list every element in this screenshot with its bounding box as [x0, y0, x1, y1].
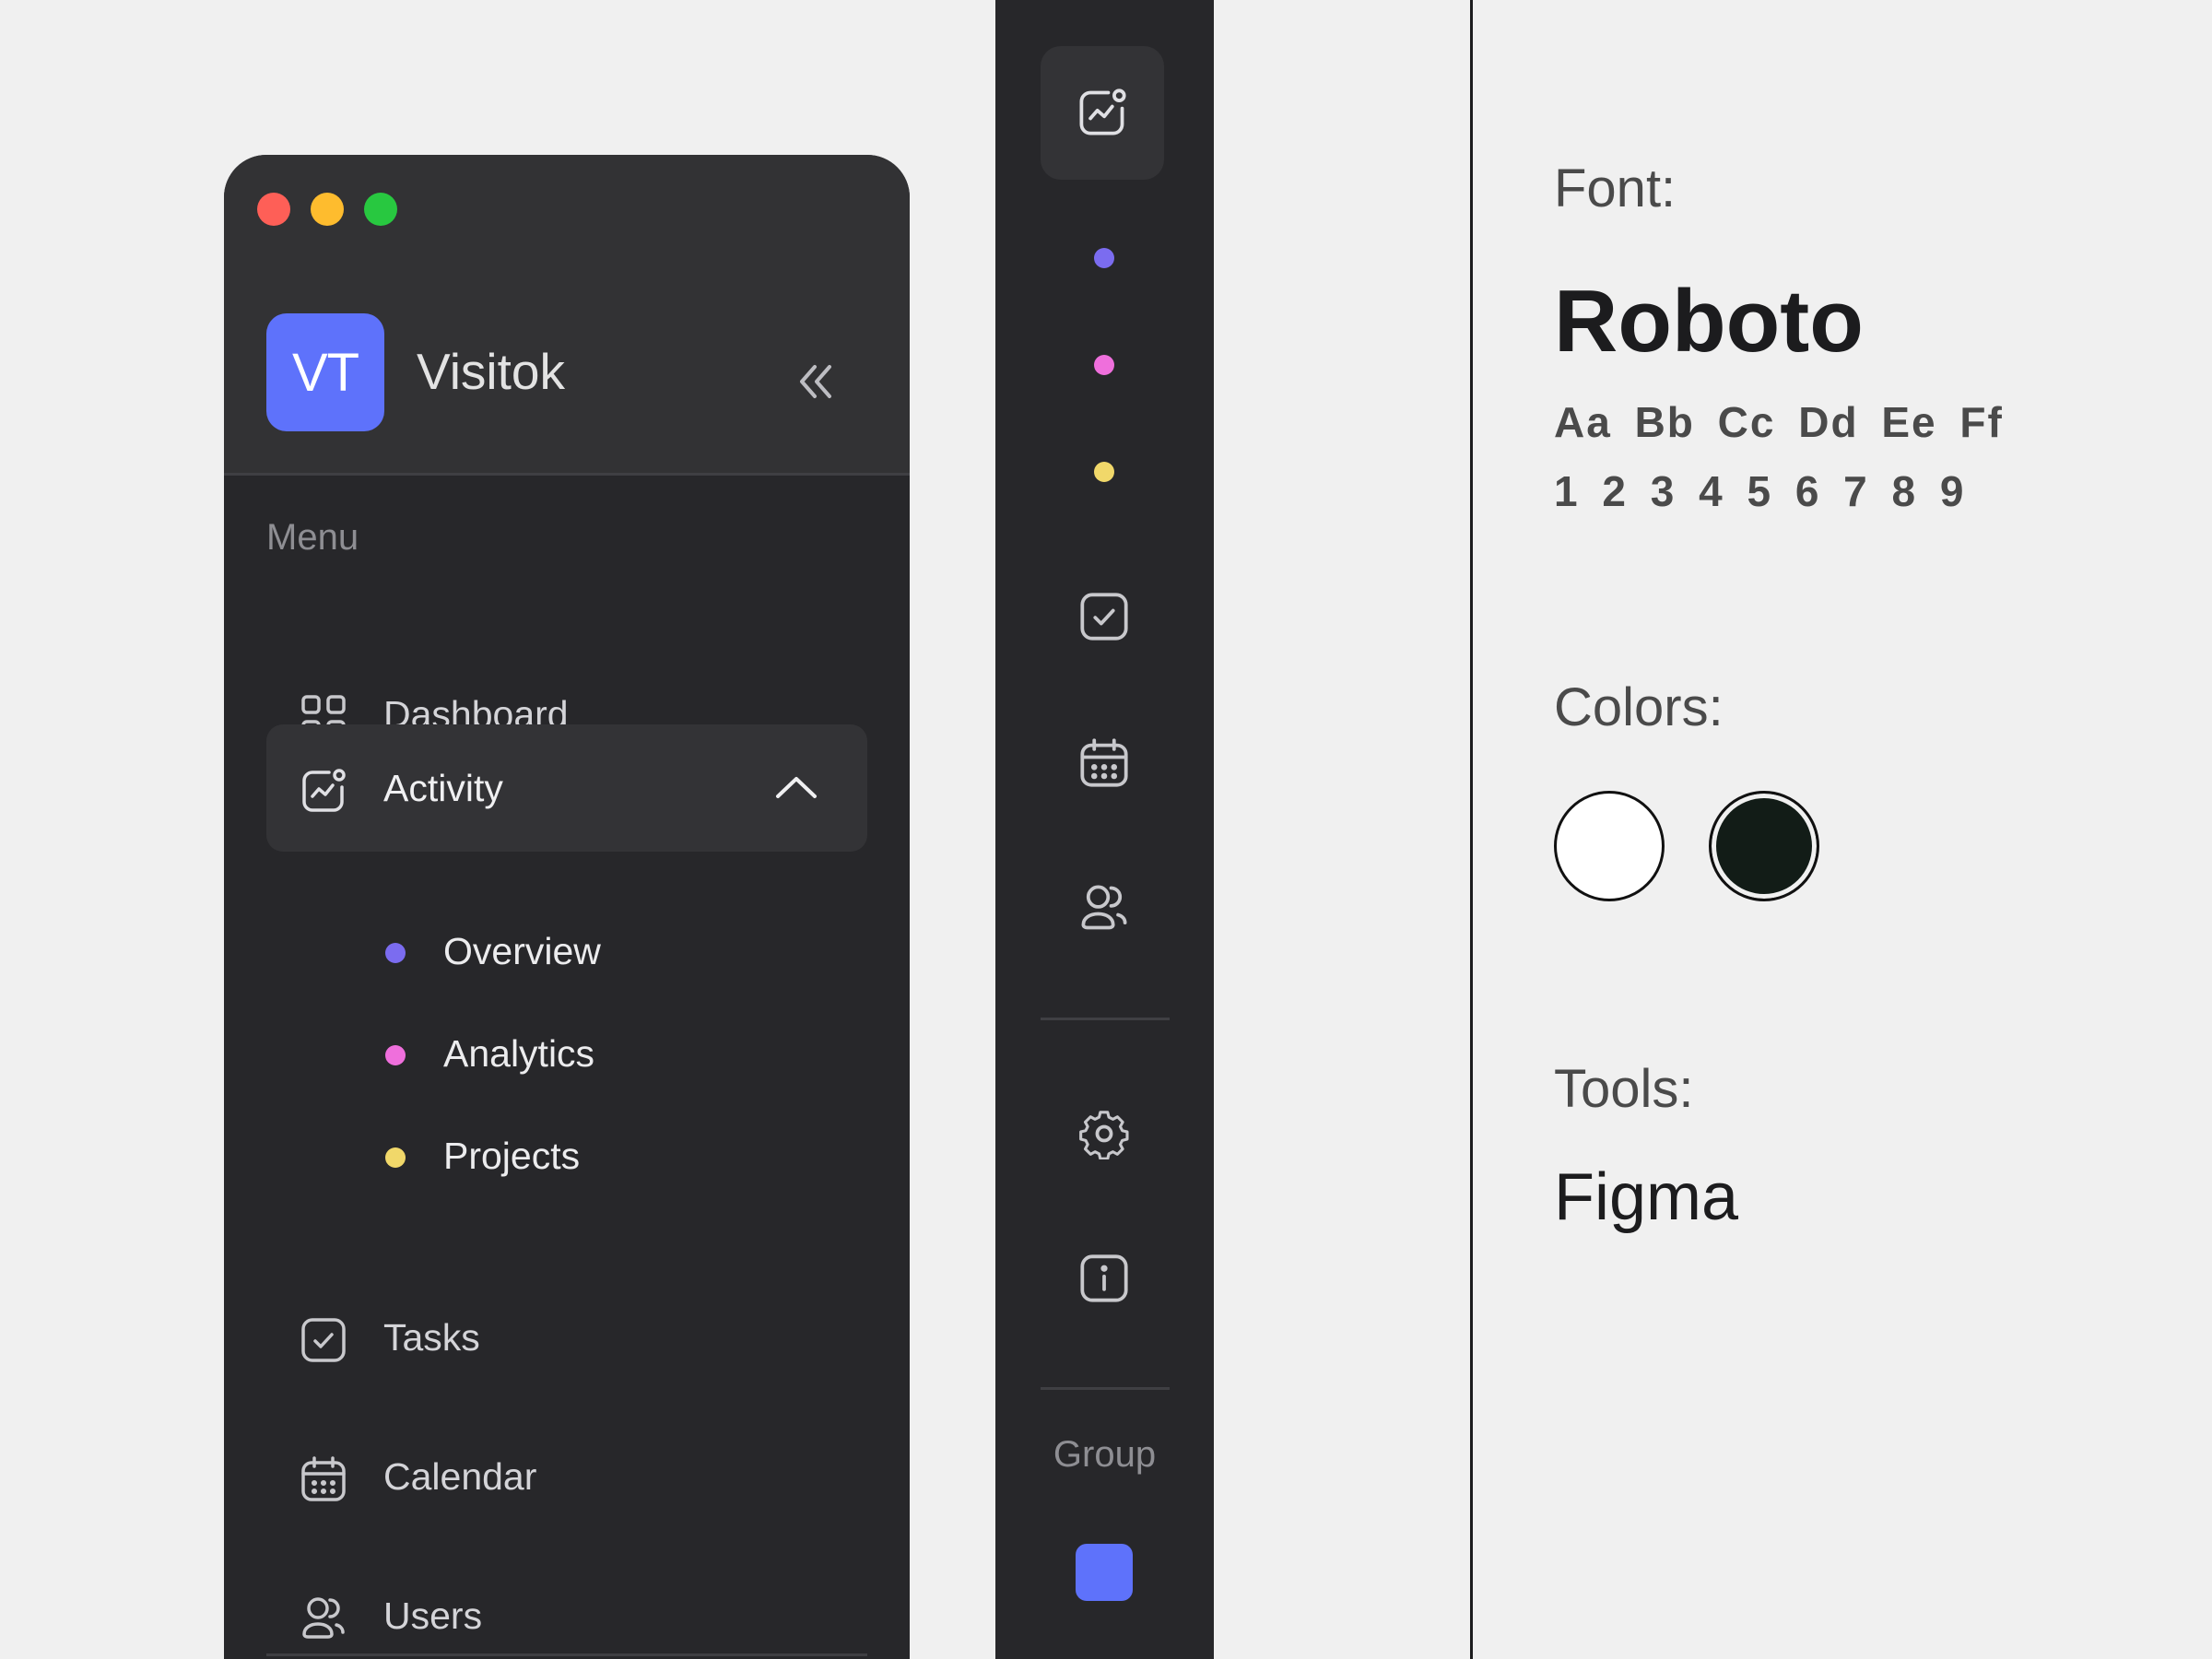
sidebar-panel: VT Visitok Menu Dashboard Activity Overv…	[224, 155, 910, 1659]
rail-projects-dot[interactable]	[1094, 462, 1114, 482]
activity-chart-icon	[300, 767, 347, 815]
activity-chart-icon	[1079, 88, 1126, 135]
window-close-button[interactable]	[257, 193, 290, 226]
rail-item-activity[interactable]	[1041, 46, 1164, 180]
section-divider	[266, 1653, 867, 1656]
sidebar-item-calendar[interactable]: Calendar	[266, 1413, 867, 1540]
collapse-sidebar-button[interactable]	[782, 347, 852, 417]
collapsed-sidebar-rail: Group	[995, 0, 1214, 1659]
group-avatar[interactable]	[1076, 1544, 1133, 1601]
glyph-numbers: 1 2 3 4 5 6 7 8 9	[1554, 467, 1966, 515]
rail-analytics-dot[interactable]	[1094, 355, 1114, 375]
brand-name: Visitok	[417, 343, 565, 400]
sub-item-projects[interactable]: Projects	[385, 1130, 754, 1185]
font-name: Roboto	[1554, 272, 1864, 371]
rail-overview-dot[interactable]	[1094, 248, 1114, 268]
rail-item-info[interactable]	[1078, 1253, 1130, 1304]
sidebar-item-activity[interactable]: Activity	[266, 724, 867, 852]
rail-item-calendar[interactable]	[1078, 737, 1130, 789]
rail-divider	[1041, 1387, 1170, 1390]
sidebar-item-label: Calendar	[383, 1455, 537, 1498]
colors-heading: Colors:	[1554, 677, 1724, 737]
sidebar-item-users[interactable]: Users	[266, 1552, 867, 1659]
rail-item-settings[interactable]	[1078, 1108, 1130, 1159]
sub-item-label: Analytics	[443, 1032, 595, 1075]
sub-item-overview[interactable]: Overview	[385, 925, 754, 981]
double-chevron-left-icon	[800, 365, 831, 398]
tool-name: Figma	[1554, 1160, 1739, 1234]
sidebar-item-label: Activity	[383, 767, 503, 809]
window-minimize-button[interactable]	[311, 193, 344, 226]
checkbox-icon	[300, 1316, 347, 1364]
sub-item-label: Overview	[443, 930, 601, 972]
menu-section-label: Menu	[266, 517, 359, 558]
rail-divider	[1041, 1018, 1170, 1020]
gear-icon	[1079, 1111, 1129, 1159]
overview-dot-icon	[385, 943, 406, 963]
info-icon	[1080, 1254, 1128, 1302]
users-icon	[300, 1594, 347, 1642]
color-swatch-white	[1554, 791, 1665, 901]
sidebar-header: VT Visitok	[224, 155, 910, 476]
chevron-up-icon[interactable]	[773, 767, 819, 809]
calendar-icon	[300, 1455, 347, 1503]
glyph-letters: Aa Bb Cc Dd Ee Ff	[1554, 398, 2004, 446]
sidebar-item-label: Tasks	[383, 1316, 480, 1359]
tools-heading: Tools:	[1554, 1059, 1694, 1119]
rail-item-tasks[interactable]	[1078, 591, 1130, 642]
rail-item-users[interactable]	[1078, 882, 1130, 934]
projects-dot-icon	[385, 1147, 406, 1168]
users-icon	[1081, 885, 1127, 930]
font-heading: Font:	[1554, 159, 1677, 218]
sub-item-label: Projects	[443, 1135, 581, 1177]
color-swatch-dark	[1709, 791, 1819, 901]
sidebar-item-tasks[interactable]: Tasks	[266, 1274, 867, 1401]
sidebar-item-label: Users	[383, 1594, 483, 1637]
checkbox-icon	[1080, 593, 1128, 641]
column-divider	[1470, 0, 1473, 1659]
calendar-icon	[1080, 738, 1128, 787]
window-maximize-button[interactable]	[364, 193, 397, 226]
rail-group-label: Group	[1053, 1434, 1157, 1475]
brand-logo: VT	[266, 313, 384, 431]
sub-item-analytics[interactable]: Analytics	[385, 1028, 754, 1083]
analytics-dot-icon	[385, 1045, 406, 1065]
